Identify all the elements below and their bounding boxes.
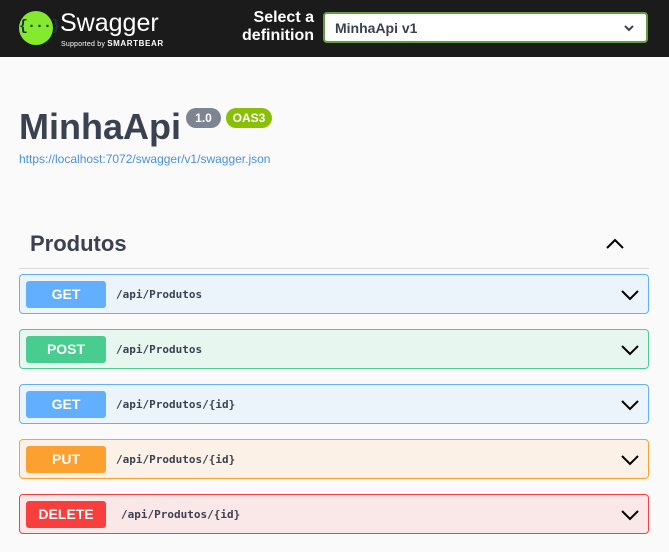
swagger-logo-icon: {···}: [19, 11, 60, 45]
chevron-down-icon[interactable]: [620, 285, 640, 305]
definition-select-value: MinhaApi v1: [335, 20, 418, 36]
method-badge: GET: [26, 391, 106, 418]
chevron-up-icon[interactable]: [605, 234, 625, 254]
operation-path: /api/Produtos: [116, 343, 203, 356]
tag-header-produtos[interactable]: Produtos: [19, 222, 649, 269]
logo-sub-prefix: Supported by: [61, 41, 106, 48]
logo-sub-brand: SMARTBEAR: [107, 39, 164, 48]
chevron-down-icon[interactable]: [620, 505, 640, 525]
operation-put-produto-by-id[interactable]: PUT /api/Produtos/{id}: [19, 439, 649, 479]
logo-wordmark: Swagger: [60, 9, 159, 37]
method-badge: PUT: [26, 446, 106, 473]
api-title: MinhaApi: [19, 106, 181, 147]
definition-select[interactable]: MinhaApi v1: [323, 12, 648, 43]
operation-get-produtos[interactable]: GET /api/Produtos: [19, 274, 649, 314]
method-badge: DELETE: [26, 501, 106, 528]
chevron-down-icon[interactable]: [620, 450, 640, 470]
chevron-down-icon[interactable]: [620, 395, 640, 415]
topbar: {···} Swagger Supported by SMARTBEAR Sel…: [0, 0, 669, 57]
method-badge: POST: [26, 336, 106, 363]
operation-path: /api/Produtos/{id}: [116, 453, 236, 466]
chevron-down-icon: [624, 25, 634, 32]
logo-glyph: {···}: [19, 18, 60, 35]
operation-post-produtos[interactable]: POST /api/Produtos: [19, 329, 649, 369]
spec-url-link[interactable]: https://localhost:7072/swagger/v1/swagge…: [19, 152, 270, 166]
operation-path: /api/Produtos/{id}: [116, 398, 236, 411]
method-badge: GET: [26, 281, 106, 308]
operation-path: /api/Produtos: [116, 288, 203, 301]
tag-name: Produtos: [30, 231, 127, 256]
version-badge: 1.0: [186, 108, 221, 128]
swagger-logo[interactable]: {···} Swagger Supported by SMARTBEAR: [19, 9, 169, 49]
oas-badge: OAS3: [226, 108, 272, 128]
select-definition-label: Select a definition: [242, 9, 314, 44]
chevron-down-icon[interactable]: [620, 340, 640, 360]
logo-subtitle: Supported by SMARTBEAR: [61, 39, 164, 48]
operation-get-produto-by-id[interactable]: GET /api/Produtos/{id}: [19, 384, 649, 424]
operation-path: /api/Produtos/{id}: [121, 508, 241, 521]
operation-delete-produto-by-id[interactable]: DELETE /api/Produtos/{id}: [19, 494, 649, 534]
